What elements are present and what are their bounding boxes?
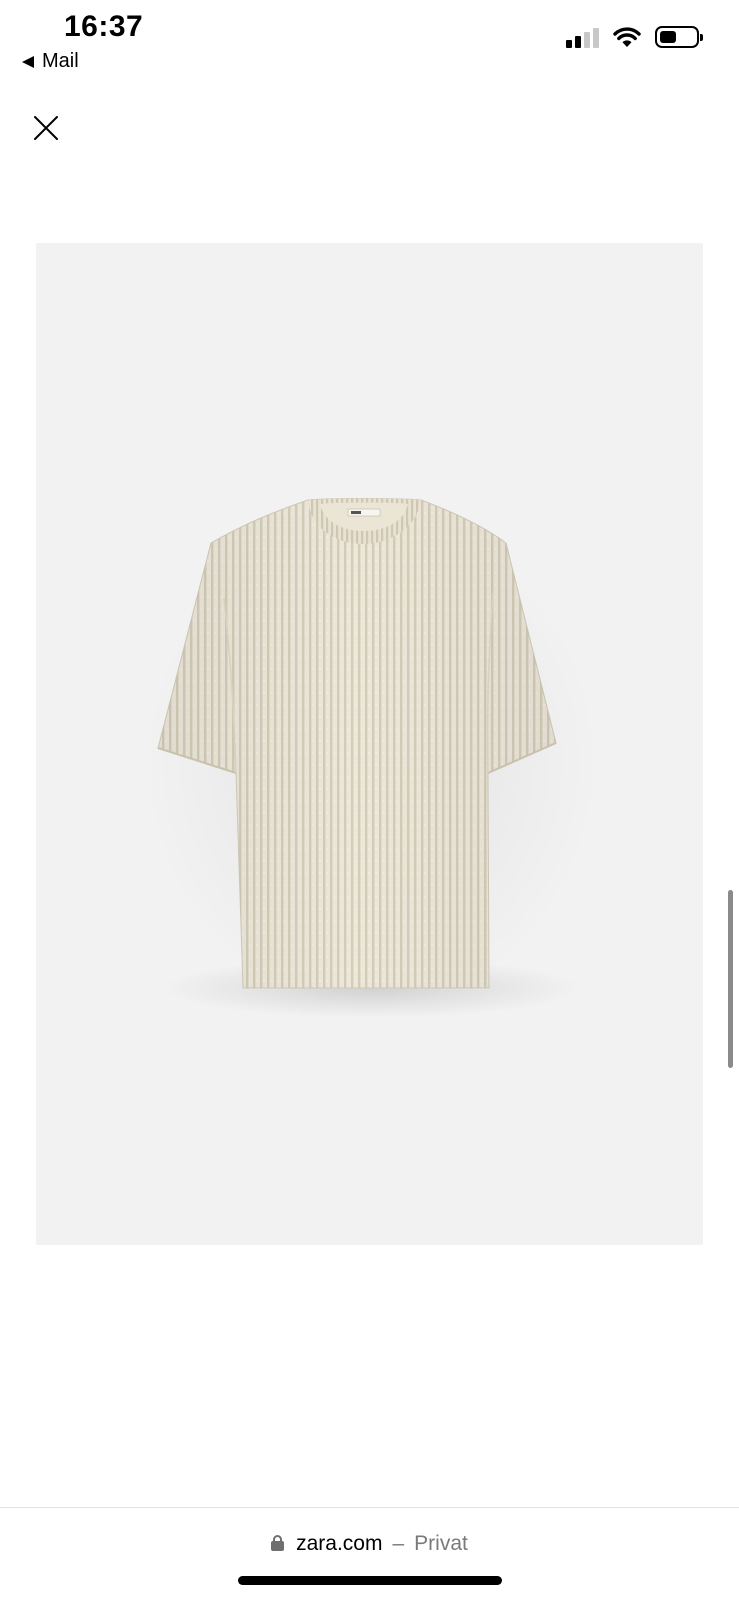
scroll-indicator[interactable] xyxy=(728,890,733,1068)
browser-address-bar[interactable]: zara.com – Privat xyxy=(0,1507,739,1600)
home-indicator[interactable] xyxy=(238,1576,502,1585)
signal-icon xyxy=(566,26,599,48)
close-icon xyxy=(34,116,58,140)
back-link-label: Mail xyxy=(42,50,79,72)
tshirt-image xyxy=(141,498,601,1018)
status-icons xyxy=(566,26,703,48)
lock-icon xyxy=(271,1535,285,1551)
browsing-mode-label: Privat xyxy=(414,1532,468,1555)
wifi-icon xyxy=(613,27,641,47)
status-time: 16:37 xyxy=(64,10,144,43)
url-domain: zara.com xyxy=(296,1532,383,1555)
url-row[interactable]: zara.com – Privat xyxy=(0,1532,739,1556)
product-image[interactable] xyxy=(36,243,703,1245)
back-to-mail-link[interactable]: Mail xyxy=(22,50,79,73)
battery-icon xyxy=(655,26,703,48)
url-separator: – xyxy=(392,1532,405,1555)
back-arrow-icon xyxy=(22,55,34,68)
close-button[interactable] xyxy=(30,112,62,144)
status-bar: 16:37 Mail xyxy=(0,0,739,80)
